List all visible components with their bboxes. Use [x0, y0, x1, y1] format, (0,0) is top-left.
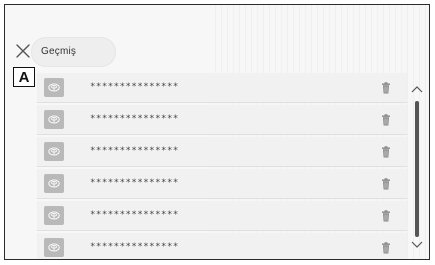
history-row[interactable]: ***************	[37, 105, 407, 135]
trash-icon[interactable]	[381, 209, 391, 222]
history-row[interactable]: ***************	[37, 201, 407, 231]
car-logo-icon	[44, 238, 64, 257]
history-row[interactable]: ***************	[37, 73, 407, 103]
history-entry-text: ***************	[90, 178, 179, 188]
history-entry-text: ***************	[90, 146, 179, 156]
history-entry-text: ***************	[90, 82, 179, 92]
history-screen: Geçmiş A B *****************************…	[4, 4, 430, 260]
close-icon	[16, 44, 30, 58]
car-logo-icon	[44, 78, 64, 97]
trash-icon[interactable]	[381, 113, 391, 126]
scroll-track[interactable]	[415, 101, 419, 237]
close-button[interactable]	[13, 41, 33, 61]
history-entry-text: ***************	[90, 114, 179, 124]
scrollbar[interactable]	[407, 77, 427, 257]
header-bar: Geçmiş	[5, 35, 429, 69]
car-logo-icon	[44, 206, 64, 225]
history-entry-text: ***************	[90, 242, 179, 252]
history-list: *************** *************** **********…	[37, 73, 407, 259]
scroll-thumb[interactable]	[415, 101, 419, 237]
history-row[interactable]: ***************	[37, 169, 407, 199]
history-row[interactable]: ***************	[37, 233, 407, 259]
trash-icon[interactable]	[381, 177, 391, 190]
trash-icon[interactable]	[381, 81, 391, 94]
history-row[interactable]: ***************	[37, 137, 407, 167]
car-logo-icon	[44, 174, 64, 193]
trash-icon[interactable]	[381, 241, 391, 254]
history-tab-label: Geçmiş	[41, 46, 77, 57]
car-logo-icon	[44, 142, 64, 161]
trash-icon[interactable]	[381, 145, 391, 158]
chevron-down-icon[interactable]	[411, 241, 423, 249]
history-entry-text: ***************	[90, 210, 179, 220]
callout-a: A	[13, 67, 35, 87]
car-logo-icon	[44, 110, 64, 129]
chevron-up-icon[interactable]	[411, 85, 423, 93]
